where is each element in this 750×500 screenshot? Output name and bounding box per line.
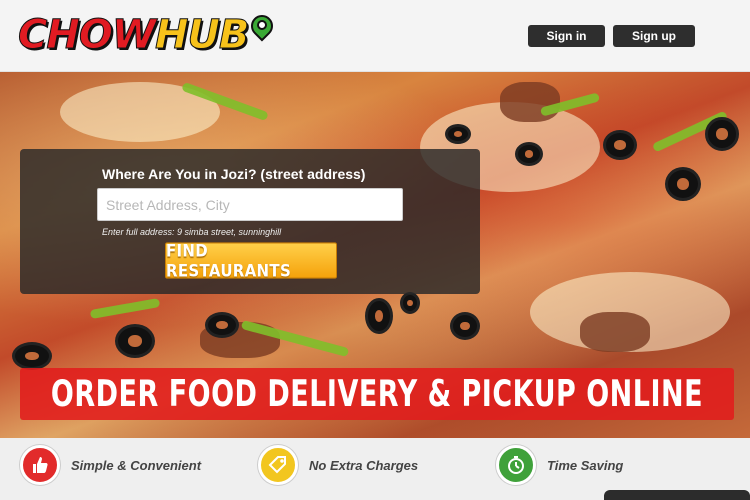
map-pin-icon xyxy=(246,10,278,45)
feature-time-saving: Time Saving xyxy=(496,445,623,485)
pizza-decoration xyxy=(450,312,480,340)
pizza-decoration xyxy=(400,292,420,314)
pizza-decoration xyxy=(205,312,239,338)
promo-banner: ORDER FOOD DELIVERY & PICKUP ONLINE xyxy=(20,368,734,420)
feature-label: No Extra Charges xyxy=(309,457,419,473)
chat-widget-tab[interactable] xyxy=(604,490,750,500)
pizza-decoration xyxy=(445,124,471,144)
feature-no-extra-charges: No Extra Charges xyxy=(258,445,418,485)
pizza-decoration xyxy=(665,167,701,201)
feature-simple-convenient: Simple & Convenient xyxy=(20,445,201,485)
pizza-decoration xyxy=(12,342,52,370)
chowhub-logo[interactable]: CHOWHUB xyxy=(18,6,278,64)
find-restaurants-button[interactable]: FIND RESTAURANTS xyxy=(165,241,337,280)
pizza-decoration xyxy=(603,130,637,160)
pizza-decoration xyxy=(500,82,560,122)
banner-text: ORDER FOOD DELIVERY & PICKUP ONLINE xyxy=(50,373,704,415)
pizza-decoration xyxy=(115,324,155,358)
hero-pizza-image: Where Are You in Jozi? (street address) … xyxy=(0,72,750,438)
stopwatch-icon xyxy=(496,445,536,485)
pizza-decoration xyxy=(580,312,650,352)
address-hint: Enter full address: 9 simba street, sunn… xyxy=(102,227,282,237)
site-header: CHOWHUB Sign in Sign up xyxy=(0,0,750,72)
pizza-decoration xyxy=(705,117,739,151)
pizza-decoration xyxy=(365,298,393,334)
sign-up-button[interactable]: Sign up xyxy=(613,25,695,47)
logo-text: CHOWHUB xyxy=(18,12,250,59)
street-address-input[interactable] xyxy=(97,188,403,221)
price-tag-icon xyxy=(258,445,298,485)
pizza-decoration xyxy=(89,297,161,320)
feature-label: Simple & Convenient xyxy=(71,457,202,473)
address-label: Where Are You in Jozi? (street address) xyxy=(102,166,366,182)
pizza-decoration xyxy=(515,142,543,166)
thumbs-up-icon xyxy=(20,445,60,485)
sign-in-button[interactable]: Sign in xyxy=(528,25,605,47)
feature-label: Time Saving xyxy=(547,457,624,473)
address-search-panel: Where Are You in Jozi? (street address) … xyxy=(20,149,480,294)
